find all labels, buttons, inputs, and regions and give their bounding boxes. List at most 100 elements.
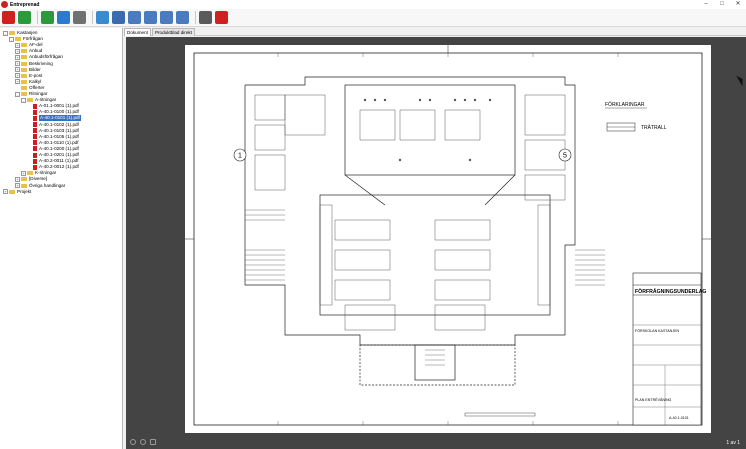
tree-file-item[interactable]: A-40.2-0011 (1).pdf bbox=[27, 158, 79, 164]
folder-icon bbox=[15, 37, 21, 42]
expand-icon[interactable]: + bbox=[21, 170, 26, 176]
tree-folder-item[interactable]: + Projekt bbox=[3, 189, 31, 195]
expand-icon[interactable]: + bbox=[15, 48, 20, 54]
pdf-file-icon bbox=[33, 122, 37, 127]
email-icon[interactable] bbox=[96, 11, 109, 24]
tree-item-label: E-post bbox=[29, 72, 43, 78]
pdf-export-icon[interactable] bbox=[215, 11, 228, 24]
folder-icon bbox=[21, 92, 27, 96]
tree-folder-item[interactable]: + Övriga handlingar bbox=[15, 183, 65, 189]
back-icon[interactable] bbox=[18, 11, 31, 24]
tree-item-label: A-40.1-0105 (1).pdf bbox=[39, 133, 79, 139]
tree-folder-item[interactable]: + Beskrivning bbox=[15, 61, 53, 67]
legend-item: TRÄTRALL bbox=[641, 124, 667, 131]
tree-file-item[interactable]: A-40.1-0105 (1).pdf bbox=[27, 134, 79, 140]
toolbar-separator bbox=[92, 11, 93, 24]
tree-file-item[interactable]: A-40.1-0201 (1).pdf bbox=[27, 152, 79, 158]
tab-produktblad[interactable]: Produktblad direkt bbox=[151, 28, 195, 36]
folder-icon bbox=[21, 79, 27, 84]
tree-folder-item[interactable]: Offerter bbox=[15, 85, 45, 91]
tree-item-label: Projekt bbox=[17, 188, 32, 194]
pdf-file-icon bbox=[33, 164, 37, 170]
list-icon[interactable] bbox=[144, 11, 157, 24]
folder-icon bbox=[21, 49, 27, 54]
page-count: 1 av 1 bbox=[726, 440, 740, 446]
tree-folder-item[interactable]: - Förfrågan bbox=[9, 36, 43, 42]
folder-icon bbox=[21, 73, 27, 78]
print-icon[interactable] bbox=[73, 11, 86, 24]
pdf-page: 1 5 FÖRKLARINGAR TRÄTRALL FÖRFRÅGNINGSUN… bbox=[185, 45, 711, 433]
expand-icon[interactable]: + bbox=[15, 67, 20, 73]
refresh-icon[interactable] bbox=[57, 11, 70, 24]
next-page-icon[interactable] bbox=[140, 439, 146, 445]
tree-item-label: A-01.1-0001 (1).pdf bbox=[39, 103, 79, 109]
edit-icon[interactable] bbox=[160, 11, 173, 24]
expand-icon[interactable]: + bbox=[15, 54, 20, 60]
tree-file-item[interactable]: A-40.1-0102 (1).pdf bbox=[27, 122, 79, 128]
folder-icon bbox=[27, 171, 33, 176]
download-icon[interactable] bbox=[176, 11, 189, 24]
pdf-icon[interactable] bbox=[2, 11, 15, 24]
tree-folder-item[interactable]: + Anbudsförfrågan bbox=[15, 54, 63, 60]
window-controls: – □ ✕ bbox=[698, 0, 746, 9]
pdf-file-icon bbox=[33, 134, 37, 140]
app-icon bbox=[1, 1, 8, 8]
expand-icon[interactable]: + bbox=[15, 176, 20, 182]
tree-file-item[interactable]: A-40.1-0110 (1).pdf bbox=[27, 140, 79, 146]
add-icon[interactable] bbox=[41, 11, 54, 24]
prev-page-icon[interactable] bbox=[130, 439, 136, 445]
collapse-icon[interactable]: - bbox=[3, 30, 8, 36]
folder-icon bbox=[9, 31, 15, 35]
tree-file-item[interactable]: A-40.1-0200 (1).pdf bbox=[27, 146, 79, 152]
tree-file-item[interactable]: A-01.1-0001 (1).pdf bbox=[27, 103, 79, 109]
tree-file-item[interactable]: A-40.1-0103 (1).pdf bbox=[27, 128, 79, 134]
scale-bar bbox=[464, 412, 536, 417]
folder-icon bbox=[21, 55, 27, 60]
tree-folder-item[interactable]: + AF-del bbox=[15, 42, 43, 48]
tree-file-item[interactable]: A-40.1-0101 (1).pdf bbox=[27, 115, 81, 122]
expand-icon[interactable]: + bbox=[15, 79, 20, 85]
tree-folder-item[interactable]: + K-ritningar bbox=[21, 170, 56, 176]
tree-item-label: Förfrågan bbox=[23, 36, 43, 42]
pdf-file-icon bbox=[33, 103, 37, 109]
tree-folder-item[interactable]: + [Diverse] bbox=[15, 176, 47, 182]
tree-file-item[interactable]: A-40.2-0012 (1).pdf bbox=[27, 164, 79, 170]
tree-folder-item[interactable]: - Ritningar bbox=[15, 91, 47, 97]
maximize-button[interactable]: □ bbox=[714, 0, 730, 9]
collapse-icon[interactable]: - bbox=[15, 91, 20, 97]
tree-folder-item[interactable]: + Kalkyl bbox=[15, 79, 41, 85]
tree-folder-item[interactable]: + E-post bbox=[15, 73, 42, 79]
folder-icon bbox=[9, 189, 15, 194]
minimize-button[interactable]: – bbox=[698, 0, 714, 9]
grid-label-left: 1 bbox=[238, 153, 242, 160]
pdf-viewer[interactable]: 1 5 FÖRKLARINGAR TRÄTRALL FÖRFRÅGNINGSUN… bbox=[126, 37, 746, 449]
close-button[interactable]: ✕ bbox=[730, 0, 746, 9]
folder-icon bbox=[21, 43, 27, 48]
pdf-file-icon bbox=[33, 109, 37, 115]
tree-item-label: K-ritningar bbox=[35, 170, 57, 176]
page-icon[interactable] bbox=[150, 439, 156, 445]
tab-dokument[interactable]: Dokument bbox=[124, 28, 151, 36]
document-icon[interactable] bbox=[128, 11, 141, 24]
expand-icon[interactable]: + bbox=[15, 183, 20, 188]
window-icon[interactable] bbox=[199, 11, 212, 24]
tree-folder-item[interactable]: + Bilder bbox=[15, 67, 41, 73]
expand-icon[interactable]: + bbox=[15, 61, 20, 66]
tree-folder-item[interactable]: - A-ritningar bbox=[21, 97, 56, 103]
tree-item-label: A-40.1-0110 (1).pdf bbox=[39, 139, 79, 145]
expand-icon[interactable]: + bbox=[15, 73, 20, 79]
title-block bbox=[632, 272, 702, 426]
tree-item-label: Beskrivning bbox=[29, 60, 53, 66]
folder-icon bbox=[27, 98, 33, 103]
collapse-icon[interactable]: - bbox=[21, 97, 26, 103]
tree-file-item[interactable]: A-40.1-0100 (1).pdf bbox=[27, 109, 79, 115]
collapse-icon[interactable]: - bbox=[9, 36, 14, 42]
expand-icon[interactable]: + bbox=[15, 42, 20, 48]
expand-icon[interactable]: + bbox=[3, 189, 8, 195]
monitor-icon[interactable] bbox=[112, 11, 125, 24]
